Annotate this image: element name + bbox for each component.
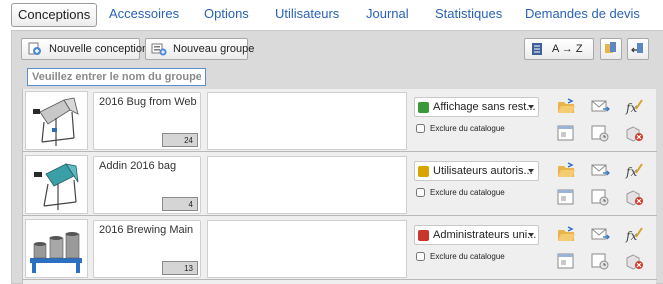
row-actions: fx xyxy=(544,155,655,214)
exclude-catalog-checkbox[interactable] xyxy=(416,188,425,197)
visibility-cell: Utilisateurs autoris... Exclure du catal… xyxy=(412,155,539,214)
public-user-icon xyxy=(418,101,429,113)
group-search-input[interactable] xyxy=(27,68,206,86)
import-button[interactable] xyxy=(627,38,649,60)
conceptions-panel: Nouvelle conception Nouveau groupe A → Z xyxy=(11,30,663,284)
schedule-icon[interactable] xyxy=(590,252,610,270)
formula-icon[interactable]: fx xyxy=(624,97,644,115)
design-count-badge: 24 xyxy=(162,133,198,147)
exclude-catalog-checkbox[interactable] xyxy=(416,252,425,261)
design-count-badge: 4 xyxy=(162,197,198,211)
window-icon[interactable] xyxy=(556,252,576,270)
chevron-down-icon xyxy=(528,169,534,173)
window-icon[interactable] xyxy=(556,124,576,142)
design-row: 2016 Brewing Main 13 Administrateurs uni… xyxy=(23,217,657,280)
visibility-select[interactable]: Affichage sans rest... xyxy=(414,97,539,117)
visibility-value: Affichage sans rest... xyxy=(433,101,536,113)
design-thumbnail[interactable] xyxy=(25,219,88,278)
main-tabs: Conceptions Accessoires Options Utilisat… xyxy=(0,0,663,30)
design-description[interactable] xyxy=(207,220,407,278)
row-actions: fx xyxy=(544,91,655,150)
design-name: 2016 Bug from Web xyxy=(99,96,197,108)
visibility-value: Utilisateurs autoris... xyxy=(433,165,533,177)
tab-conceptions[interactable]: Conceptions xyxy=(11,3,98,27)
tab-statistiques[interactable]: Statistiques xyxy=(435,6,502,21)
tab-journal[interactable]: Journal xyxy=(366,6,409,21)
design-list: 2016 Bug from Web 24 Affichage sans rest… xyxy=(22,89,657,284)
sort-az-button[interactable]: A → Z xyxy=(524,38,594,60)
new-group-button[interactable]: Nouveau groupe xyxy=(145,38,254,60)
formula-icon[interactable]: fx xyxy=(624,161,644,179)
visibility-cell: Administrateurs uni... Exclure du catalo… xyxy=(412,219,539,278)
chevron-down-icon xyxy=(528,233,534,237)
tab-accessoires[interactable]: Accessoires xyxy=(109,6,179,21)
brewery-thumbnail-icon xyxy=(30,232,82,273)
send-mail-icon[interactable] xyxy=(590,97,610,115)
open-folder-icon[interactable] xyxy=(556,225,576,243)
delete-box-icon[interactable] xyxy=(624,252,644,270)
import-icon xyxy=(631,41,645,58)
design-name-cell[interactable]: 2016 Brewing Main 13 xyxy=(93,220,201,278)
tab-demandes-de-devis[interactable]: Demandes de devis xyxy=(525,6,640,21)
design-name: Addin 2016 bag xyxy=(99,160,177,172)
design-name-cell[interactable]: Addin 2016 bag 4 xyxy=(93,156,201,214)
tab-utilisateurs[interactable]: Utilisateurs xyxy=(275,6,339,21)
exclude-catalog-option[interactable]: Exclure du catalogue xyxy=(416,124,505,133)
delete-box-icon[interactable] xyxy=(624,188,644,206)
open-folder-icon[interactable] xyxy=(556,161,576,179)
sort-icon xyxy=(530,42,546,56)
delete-box-icon[interactable] xyxy=(624,124,644,142)
sort-label: A → Z xyxy=(552,43,583,55)
tab-options[interactable]: Options xyxy=(204,6,249,21)
design-name-cell[interactable]: 2016 Bug from Web 24 xyxy=(93,92,201,150)
window-icon[interactable] xyxy=(556,188,576,206)
design-description[interactable] xyxy=(207,92,407,150)
exclude-catalog-option[interactable]: Exclure du catalogue xyxy=(416,252,505,261)
machine-thumbnail-icon xyxy=(33,97,79,146)
design-thumbnail[interactable] xyxy=(25,155,88,214)
export-icon xyxy=(604,41,618,58)
admin-user-icon xyxy=(418,229,429,241)
chevron-down-icon xyxy=(528,105,534,109)
new-group-label: Nouveau groupe xyxy=(173,43,255,55)
visibility-select[interactable]: Administrateurs uni... xyxy=(414,225,539,245)
machine-thumbnail-icon xyxy=(34,163,79,210)
design-description[interactable] xyxy=(207,156,407,214)
authorized-users-icon xyxy=(418,165,429,177)
design-thumbnail[interactable] xyxy=(25,91,88,150)
visibility-select[interactable]: Utilisateurs autoris... xyxy=(414,161,539,181)
exclude-catalog-checkbox[interactable] xyxy=(416,124,425,133)
open-folder-icon[interactable] xyxy=(556,97,576,115)
visibility-cell: Affichage sans rest... Exclure du catalo… xyxy=(412,91,539,150)
new-group-icon xyxy=(151,42,167,56)
send-mail-icon[interactable] xyxy=(590,225,610,243)
design-row: 2016 Bug from Web 24 Affichage sans rest… xyxy=(23,89,657,152)
design-count-badge: 13 xyxy=(162,261,198,275)
visibility-value: Administrateurs uni... xyxy=(433,229,537,241)
row-actions: fx xyxy=(544,219,655,278)
new-design-button[interactable]: Nouvelle conception xyxy=(21,38,148,60)
formula-icon[interactable]: fx xyxy=(624,225,644,243)
design-row: Addin 2016 bag 4 Utilisateurs autoris...… xyxy=(23,153,657,216)
schedule-icon[interactable] xyxy=(590,124,610,142)
export-button[interactable] xyxy=(600,38,622,60)
exclude-catalog-label: Exclure du catalogue xyxy=(430,124,505,133)
exclude-catalog-label: Exclure du catalogue xyxy=(430,252,505,261)
schedule-icon[interactable] xyxy=(590,188,610,206)
design-name: 2016 Brewing Main xyxy=(99,224,194,236)
exclude-catalog-option[interactable]: Exclure du catalogue xyxy=(416,188,505,197)
exclude-catalog-label: Exclure du catalogue xyxy=(430,188,505,197)
send-mail-icon[interactable] xyxy=(590,161,610,179)
new-design-label: Nouvelle conception xyxy=(49,43,149,55)
new-design-icon xyxy=(27,42,43,56)
